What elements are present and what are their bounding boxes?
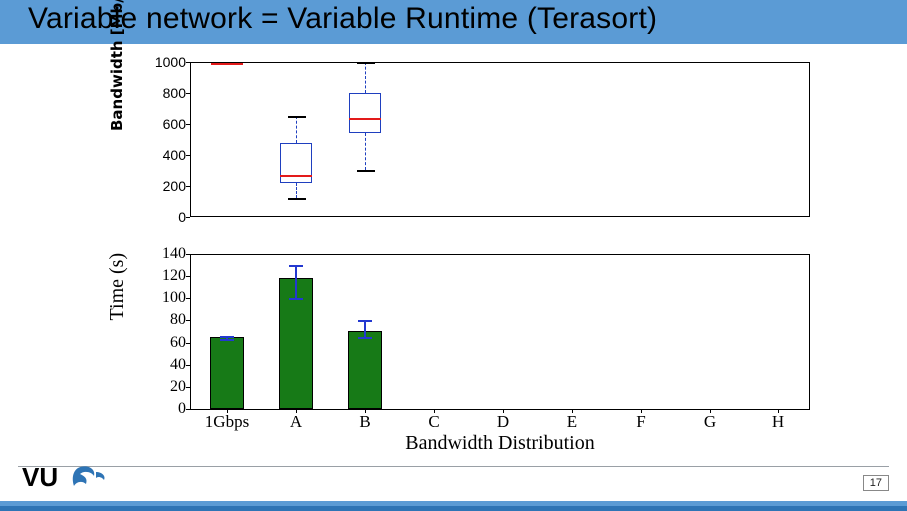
griffin-icon — [73, 466, 105, 486]
title-bar: Variable network = Variable Runtime (Ter… — [0, 0, 907, 44]
error-cap — [289, 298, 303, 300]
ytick: 1000 — [152, 54, 186, 70]
ytick: 120 — [152, 267, 186, 285]
box-median — [211, 63, 243, 65]
ytick: 600 — [152, 116, 186, 132]
ytick: 200 — [152, 178, 186, 194]
ytick: 400 — [152, 147, 186, 163]
footer-color-bars — [0, 501, 907, 511]
ytick: 0 — [152, 400, 186, 418]
error-cap — [220, 336, 234, 338]
error-bar — [295, 265, 297, 298]
error-cap — [358, 337, 372, 339]
ytick: 800 — [152, 85, 186, 101]
xtick: 1Gbps — [205, 412, 249, 432]
error-bar — [364, 320, 366, 337]
box-cap — [357, 170, 375, 172]
box-cap — [288, 116, 306, 118]
y-axis-label-top: Bandwidth [Mb/s] — [108, 0, 126, 131]
ytick: 100 — [152, 289, 186, 307]
box-cap — [288, 198, 306, 200]
box-whisker — [296, 183, 297, 198]
ytick: 80 — [152, 311, 186, 329]
xtick: C — [428, 412, 439, 432]
y-axis-label-bottom: Time (s) — [106, 253, 129, 321]
xtick: D — [497, 412, 509, 432]
xtick: H — [772, 412, 784, 432]
vu-logo: VU — [22, 464, 122, 495]
box-median — [280, 175, 312, 177]
x-axis-label-bottom: Bandwidth Distribution — [190, 432, 810, 455]
xtick: B — [359, 412, 370, 432]
error-cap — [358, 320, 372, 322]
box-whisker — [296, 116, 297, 143]
plot-frame-top — [190, 62, 810, 217]
bar — [210, 337, 244, 409]
ytick: 20 — [152, 378, 186, 396]
ytick: 60 — [152, 334, 186, 352]
footer-divider — [18, 466, 889, 467]
error-cap — [289, 265, 303, 267]
xtick: G — [704, 412, 716, 432]
logo-text: VU — [22, 464, 58, 490]
box-median — [349, 118, 381, 120]
xtick: A — [290, 412, 302, 432]
ytick: 0 — [152, 209, 186, 225]
xtick: E — [567, 412, 577, 432]
bar — [348, 331, 382, 409]
box-body — [280, 143, 312, 183]
chart-time-bar: Time (s) 0 20 40 60 80 100 120 140 1Gbps… — [54, 254, 844, 464]
box-body — [349, 93, 381, 133]
slide-content: Bandwidth [Mb/s] 0 200 400 600 800 1000 — [0, 44, 907, 464]
box-cap — [357, 62, 375, 64]
chart-bandwidth-boxplot: Bandwidth [Mb/s] 0 200 400 600 800 1000 — [110, 62, 810, 242]
page-number: 17 — [863, 475, 889, 491]
error-cap — [220, 339, 234, 341]
box-whisker — [365, 62, 366, 93]
ytick: 140 — [152, 245, 186, 263]
ytick: 40 — [152, 356, 186, 374]
xtick: F — [636, 412, 645, 432]
box-whisker — [365, 133, 366, 170]
